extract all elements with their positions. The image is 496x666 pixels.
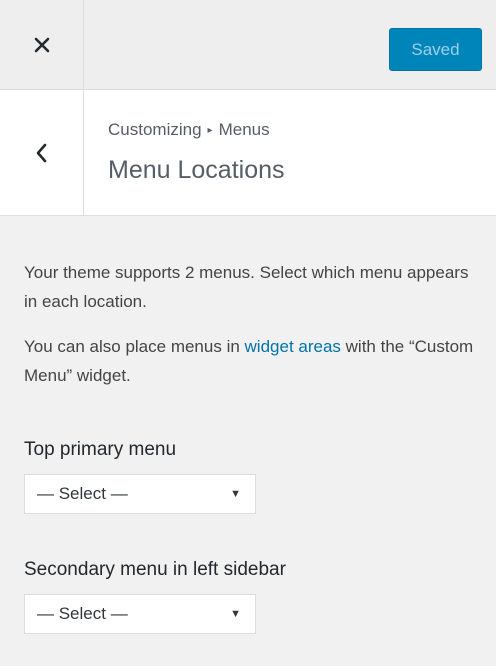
- select-value: — Select —: [37, 604, 128, 623]
- breadcrumb-separator-icon: ▸: [207, 125, 213, 136]
- back-button[interactable]: [0, 90, 84, 215]
- widget-text-before: You can also place menus in: [24, 337, 245, 356]
- breadcrumb: Customizing ▸ Menus: [108, 120, 270, 140]
- location-label: Secondary menu in left sidebar: [24, 559, 286, 580]
- widget-areas-description: You can also place menus in widget areas…: [24, 332, 476, 390]
- saved-button[interactable]: Saved: [389, 28, 482, 71]
- breadcrumb-current: Menus: [218, 120, 270, 139]
- secondary-menu-select[interactable]: — Select — ▼: [24, 594, 256, 634]
- page-title: Menu Locations: [108, 156, 285, 184]
- close-icon: [34, 37, 49, 52]
- breadcrumb-parent: Customizing: [108, 120, 202, 139]
- location-top-primary: Top primary menu — Select — ▼: [24, 438, 256, 514]
- location-secondary-sidebar: Secondary menu in left sidebar — Select …: [24, 558, 286, 634]
- theme-support-description: Your theme supports 2 menus. Select whic…: [24, 263, 469, 311]
- chevron-left-icon: [36, 143, 46, 162]
- top-primary-menu-select[interactable]: — Select — ▼: [24, 474, 256, 514]
- widget-areas-link[interactable]: widget areas: [245, 337, 341, 356]
- close-button[interactable]: [0, 0, 84, 89]
- section-header: Customizing ▸ Menus Menu Locations: [0, 90, 496, 216]
- customizer-panel: Saved Customizing ▸ Menus Menu Locations Y…: [0, 0, 496, 666]
- select-value: — Select —: [37, 484, 128, 503]
- dropdown-arrow-icon: ▼: [230, 488, 241, 500]
- menu-locations-content: Your theme supports 2 menus. Select whic…: [24, 258, 476, 634]
- customizer-header: Saved: [0, 0, 496, 90]
- dropdown-arrow-icon: ▼: [230, 608, 241, 620]
- location-label: Top primary menu: [24, 439, 177, 460]
